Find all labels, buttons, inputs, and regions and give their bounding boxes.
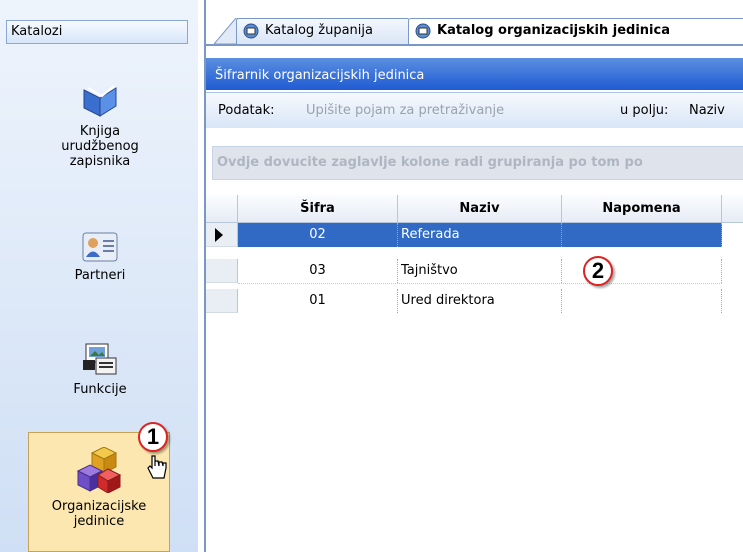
sidebar-item-funkcije[interactable]: Funkcije	[10, 342, 190, 397]
grid-header: Šifra Naziv Napomena	[206, 195, 743, 223]
tab-label: Katalog županija	[265, 23, 373, 38]
field-label: u polju:	[620, 103, 669, 118]
column-header-naziv[interactable]: Naziv	[398, 195, 562, 222]
column-header-sifra[interactable]: Šifra	[238, 195, 398, 222]
cell-sifra[interactable]: 02	[238, 223, 398, 247]
shapes-icon	[76, 447, 122, 493]
contact-card-icon	[82, 232, 118, 262]
sidebar: Katalozi Knjiga urudžbenog zapisnika Par…	[0, 0, 198, 552]
tab-slant	[214, 18, 238, 44]
cell-sifra[interactable]: 01	[238, 289, 398, 313]
row-indicator	[206, 223, 238, 247]
cell-napomena[interactable]	[562, 289, 722, 313]
cell-sifra[interactable]: 03	[238, 259, 398, 283]
sidebar-item-label: Funkcije	[73, 382, 127, 397]
row-divider	[238, 282, 722, 284]
row-indicator	[206, 289, 238, 313]
book-icon	[83, 85, 117, 117]
search-label: Podatak:	[218, 103, 275, 118]
field-select[interactable]: Naziv	[689, 103, 725, 118]
cell-naziv[interactable]: Referada	[398, 223, 562, 247]
catalog-icon	[243, 23, 259, 39]
sidebar-item-partneri[interactable]: Partneri	[10, 232, 190, 283]
document-projector-icon	[83, 343, 117, 375]
panel-title: Šifrarnik organizacijskih jedinica	[206, 58, 743, 90]
sidebar-item-label: Knjiga urudžbenog zapisnika	[61, 124, 139, 169]
callout-2: 2	[583, 256, 613, 286]
table-row[interactable]: 02 Referada	[206, 223, 743, 247]
row-pointer-icon	[215, 228, 223, 242]
group-by-panel[interactable]: Ovdje dovucite zaglavlje kolone radi gru…	[212, 146, 743, 180]
table-row[interactable]: 03 Tajništvo	[206, 259, 743, 284]
sidebar-item-label: Partneri	[74, 268, 126, 283]
tab-label: Katalog organizacijskih jedinica	[437, 23, 670, 38]
cell-naziv[interactable]: Ured direktora	[398, 289, 562, 313]
sidebar-item-knjiga[interactable]: Knjiga urudžbenog zapisnika	[10, 82, 190, 169]
catalog-icon	[415, 23, 431, 39]
row-indicator	[206, 259, 238, 283]
search-bar: Podatak: u polju: Naziv	[206, 92, 743, 128]
hand-cursor-icon	[147, 455, 167, 479]
cell-naziv[interactable]: Tajništvo	[398, 259, 562, 283]
callout-1: 1	[138, 422, 168, 452]
cell-napomena[interactable]	[562, 223, 722, 247]
tab-bar-border	[206, 44, 743, 46]
sidebar-item-label: Organizacijske jedinice	[51, 499, 147, 529]
table-row[interactable]: 01 Ured direktora	[206, 289, 743, 313]
sidebar-header[interactable]: Katalozi	[6, 20, 188, 44]
grid-body: 02 Referada 03 Tajništvo 01 Ured direkto…	[206, 223, 743, 552]
column-header-napomena[interactable]: Napomena	[562, 195, 722, 222]
tab-katalog-organizacijskih-jedinica[interactable]: Katalog organizacijskih jedinica	[408, 18, 743, 46]
tab-katalog-zupanija[interactable]: Katalog županija	[236, 18, 410, 44]
search-input[interactable]	[300, 99, 600, 121]
row-indicator-header	[206, 195, 238, 222]
